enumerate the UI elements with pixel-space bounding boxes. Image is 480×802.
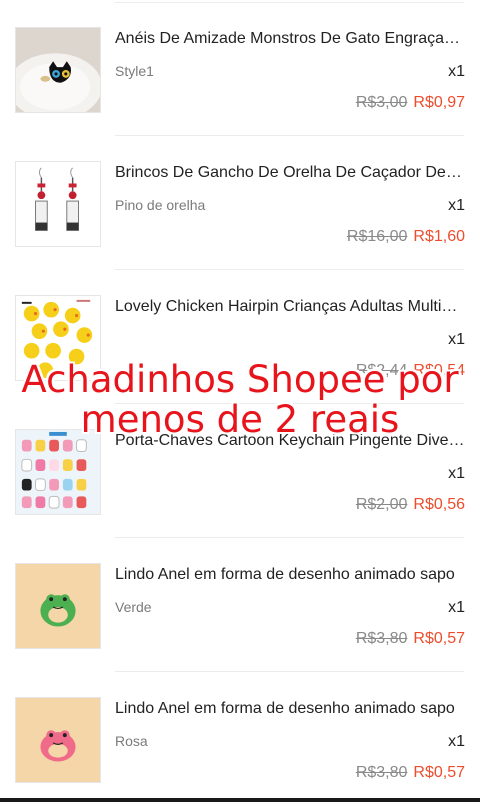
original-price: R$3,80: [355, 764, 408, 781]
earrings-image: [16, 162, 100, 246]
green-frog-ring-thumbnail[interactable]: [15, 563, 101, 649]
item-quantity: x1: [448, 465, 465, 482]
order-items-page: Anéis De Amizade Monstros De Gato Engraç…: [0, 0, 480, 802]
sale-price: R$1,60: [413, 228, 465, 245]
item-variant: Pino de orelha: [115, 197, 206, 213]
item-prices: R$16,00 R$1,60: [347, 228, 465, 246]
item-name[interactable]: Lindo Anel em forma de desenho animado s…: [115, 566, 465, 584]
order-item[interactable]: Porta-Chaves Cartoon Keychain Pingente D…: [0, 402, 480, 536]
order-item[interactable]: Lindo Anel em forma de desenho animado s…: [0, 670, 480, 802]
item-prices: R$3,00 R$0,97: [356, 94, 465, 112]
sale-price: R$0,54: [413, 362, 465, 379]
item-prices: R$2,44 R$0,54: [356, 362, 465, 380]
item-name[interactable]: Lindo Anel em forma de desenho animado s…: [115, 700, 465, 718]
sale-price: R$0,56: [413, 496, 465, 513]
item-variant: Verde: [115, 599, 152, 615]
item-prices: R$2,00 R$0,56: [356, 496, 465, 514]
sale-price: R$0,57: [413, 764, 465, 781]
item-quantity: x1: [448, 63, 465, 80]
item-quantity: x1: [448, 733, 465, 750]
item-name[interactable]: Brincos De Gancho De Orelha De Caçador D…: [115, 164, 465, 182]
keychain-thumbnail[interactable]: [15, 429, 101, 515]
pink-frog-ring-image: [16, 698, 100, 782]
earrings-thumbnail[interactable]: [15, 161, 101, 247]
pink-frog-ring-thumbnail[interactable]: [15, 697, 101, 783]
original-price: R$2,00: [355, 496, 408, 513]
item-prices: R$3,80 R$0,57: [356, 630, 465, 648]
bottom-edge-bar: [0, 798, 480, 802]
order-item[interactable]: Lindo Anel em forma de desenho animado s…: [0, 536, 480, 670]
chicken-hairpin-thumbnail[interactable]: [15, 295, 101, 381]
cat-ring-thumbnail[interactable]: [15, 27, 101, 113]
sale-price: R$0,57: [413, 630, 465, 647]
item-name[interactable]: Lovely Chicken Hairpin Crianças Adultas …: [115, 298, 465, 316]
item-name[interactable]: Porta-Chaves Cartoon Keychain Pingente D…: [115, 432, 465, 450]
sale-price: R$0,97: [413, 94, 465, 111]
order-item[interactable]: Anéis De Amizade Monstros De Gato Engraç…: [0, 0, 480, 134]
item-variant: Style1: [115, 63, 154, 79]
chicken-hairpin-image: [16, 296, 100, 380]
item-quantity: x1: [448, 197, 465, 214]
original-price: R$3,00: [355, 94, 408, 111]
item-variant: Rosa: [115, 733, 148, 749]
item-quantity: x1: [448, 599, 465, 616]
original-price: R$3,80: [355, 630, 408, 647]
original-price: R$2,44: [355, 362, 408, 379]
cat-ring-image: [16, 28, 100, 112]
order-item[interactable]: Brincos De Gancho De Orelha De Caçador D…: [0, 134, 480, 268]
item-quantity: x1: [448, 331, 465, 348]
item-name[interactable]: Anéis De Amizade Monstros De Gato Engraç…: [115, 30, 465, 48]
item-prices: R$3,80 R$0,57: [356, 764, 465, 782]
original-price: R$16,00: [346, 228, 408, 245]
keychain-image: [16, 430, 100, 514]
green-frog-ring-image: [16, 564, 100, 648]
order-item[interactable]: Lovely Chicken Hairpin Crianças Adultas …: [0, 268, 480, 402]
